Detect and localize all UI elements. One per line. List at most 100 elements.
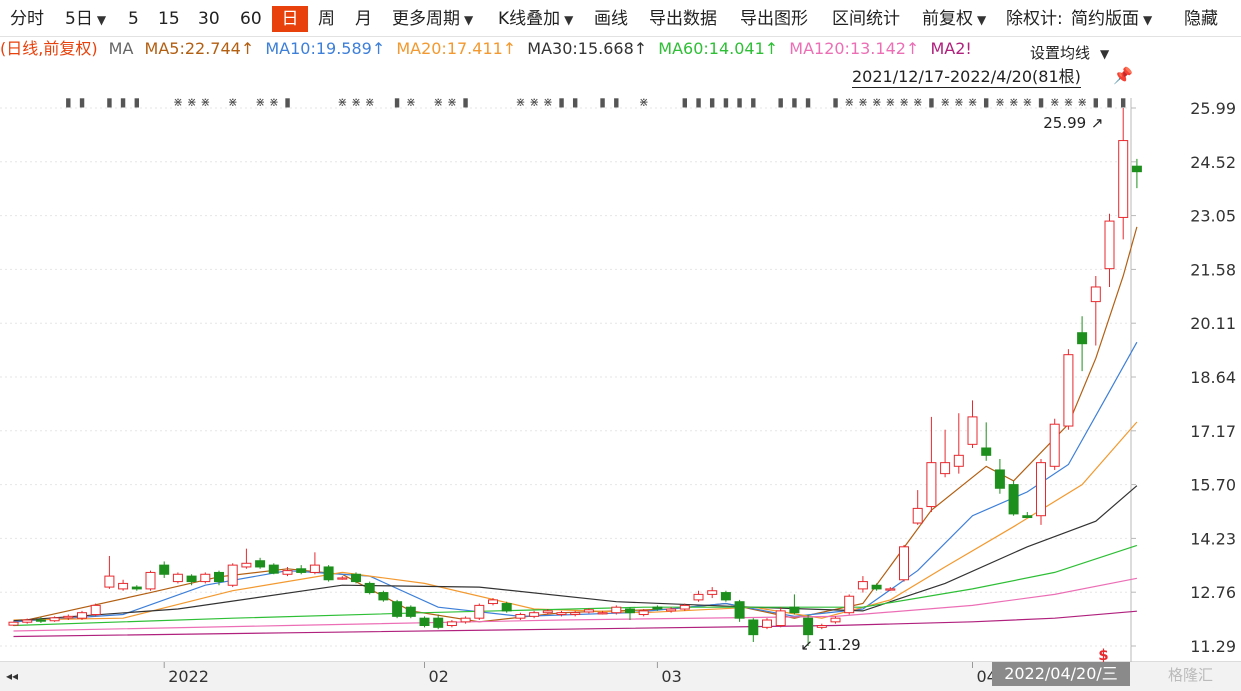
event-marker: ⋇ <box>1050 95 1060 109</box>
event-marker: ▮ <box>736 95 743 109</box>
candle-body <box>214 571 224 583</box>
event-marker: ▮ <box>133 95 140 109</box>
event-marker: ▮ <box>695 95 702 109</box>
x-tick-label: 2022 <box>168 667 209 686</box>
candle-body <box>1063 354 1074 427</box>
candle-body <box>22 619 33 623</box>
candle-body <box>707 590 718 595</box>
event-marker: ⋇ <box>433 95 443 109</box>
candle-body <box>488 599 498 605</box>
event-marker: ▮ <box>928 95 935 109</box>
event-marker: ▮ <box>65 95 72 109</box>
candle-body <box>1104 220 1115 270</box>
event-marker: ▮ <box>1038 95 1045 109</box>
candle-body <box>926 462 937 508</box>
candle-body <box>186 575 197 583</box>
event-marker: ▮ <box>106 95 113 109</box>
candle-body <box>857 581 868 590</box>
event-marker: ⋇ <box>406 95 416 109</box>
candlestick-chart[interactable]: 25.99 24.52 23.05 21.58 20.11 18.64 17.17 15.70… <box>0 0 1241 691</box>
event-marker: ▮ <box>1092 95 1099 109</box>
candle-body <box>104 575 115 588</box>
candle-body <box>981 447 992 456</box>
candle-body <box>871 584 882 590</box>
y-tick-label: 14.23 <box>1190 529 1236 548</box>
y-tick-label: 25.99 <box>1190 99 1236 118</box>
event-marker: ▮ <box>79 95 86 109</box>
event-marker: ⋇ <box>639 95 649 109</box>
candle-body <box>515 614 526 619</box>
candle-body <box>885 588 896 591</box>
candle-body <box>1036 462 1046 517</box>
candle-body <box>803 617 814 636</box>
event-marker: ▮ <box>1106 95 1113 109</box>
candle-body <box>940 462 951 475</box>
candle-body <box>1090 286 1101 303</box>
candle-body <box>405 606 416 617</box>
candle-body <box>268 564 279 574</box>
x-tick-label: 02 <box>429 667 449 686</box>
candle-body <box>638 610 649 616</box>
candle-body <box>1131 165 1142 173</box>
event-marker: ▮ <box>599 95 606 109</box>
event-marker: ▮ <box>709 95 716 109</box>
candle-body <box>63 615 74 619</box>
candle-body <box>679 604 690 610</box>
event-marker: ⋇ <box>228 95 238 109</box>
candle-body <box>994 469 1005 489</box>
candle-body <box>1008 484 1019 515</box>
candle-body <box>748 619 759 636</box>
candle-body <box>35 619 46 622</box>
candle-body <box>49 617 60 622</box>
event-marker: ⋇ <box>173 95 183 109</box>
event-marker: ⋇ <box>337 95 347 109</box>
event-marker: ▮ <box>681 95 688 109</box>
candle-body <box>227 564 238 586</box>
event-marker: ⋇ <box>351 95 361 109</box>
candle-body <box>474 604 485 619</box>
event-marker: ▮ <box>120 95 127 109</box>
y-tick-label: 12.76 <box>1190 583 1236 602</box>
candle-body <box>542 610 553 614</box>
candle-body <box>392 601 403 617</box>
event-marker: ⋇ <box>255 95 265 109</box>
candle-body <box>200 573 211 583</box>
x-tick-label: 03 <box>661 667 681 686</box>
candle-body <box>351 573 361 583</box>
candle-body <box>8 621 19 626</box>
candle-body <box>762 619 772 628</box>
event-marker: ⋇ <box>858 95 868 109</box>
event-marker: ⋇ <box>187 95 197 109</box>
candle-body <box>118 582 129 590</box>
candle-body <box>90 604 101 616</box>
candle-body <box>296 568 307 573</box>
candle-body <box>145 571 156 590</box>
event-marker: ⋇ <box>899 95 909 109</box>
scroll-left-icon[interactable]: ◂◂ <box>6 669 18 683</box>
candle-body <box>666 608 677 612</box>
candle-body <box>611 606 622 614</box>
annotation-low: ↙ 11.29 <box>800 636 860 654</box>
candle-body <box>337 577 348 580</box>
candle-body <box>172 573 183 583</box>
annotation-high: 25.99 ↗ <box>1043 114 1103 132</box>
candle-body <box>912 507 923 524</box>
y-tick-label: 20.11 <box>1190 314 1236 333</box>
candle-body <box>1077 332 1088 345</box>
event-marker: ⋇ <box>1022 95 1032 109</box>
candle-body <box>953 454 964 467</box>
candle-body <box>77 612 87 619</box>
event-marker: ▮ <box>723 95 730 109</box>
event-marker: ⋇ <box>940 95 950 109</box>
event-marker: ⋇ <box>995 95 1005 109</box>
y-tick-label: 11.29 <box>1190 637 1236 656</box>
event-marker: ⋇ <box>1009 95 1019 109</box>
candle-body <box>446 621 457 627</box>
event-marker: ▮ <box>462 95 469 109</box>
candle-body <box>693 593 704 601</box>
y-tick-label: 21.58 <box>1190 260 1236 279</box>
event-marker: ▮ <box>284 95 291 109</box>
candle-body <box>255 560 266 568</box>
event-marker: ▮ <box>777 95 784 109</box>
candle-body <box>899 546 909 581</box>
